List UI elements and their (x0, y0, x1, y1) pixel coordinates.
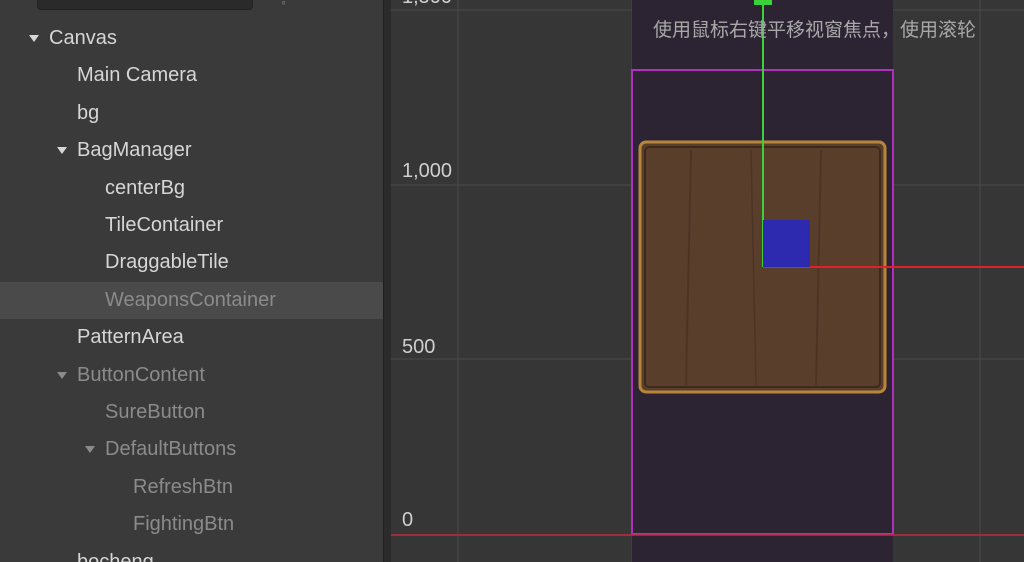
tree-node[interactable]: RefreshBtn (0, 469, 383, 506)
expand-arrow-icon[interactable] (85, 446, 95, 454)
y-axis-label-500: 500 (402, 336, 436, 358)
y-axis-label-1500: 1,500 (402, 0, 452, 9)
search-options-icon[interactable]: ◦ (281, 0, 286, 10)
tree-node-label: DraggableTile (105, 251, 229, 274)
tree-node[interactable]: DefaultButtons (0, 431, 383, 468)
tree-node-label: ButtonContent (77, 363, 205, 386)
tree-node-label: PatternArea (77, 326, 184, 349)
tree-node-label: DefaultButtons (105, 438, 237, 461)
tree-node[interactable]: ButtonContent (0, 357, 383, 394)
tree-node-label: TileContainer (105, 214, 224, 236)
expand-arrow-icon[interactable] (57, 371, 67, 379)
search-input[interactable] (37, 0, 253, 10)
expand-arrow-icon[interactable] (29, 35, 39, 42)
tree-node-label: RefreshBtn (133, 475, 234, 498)
panel-divider[interactable] (383, 0, 391, 562)
tree-node[interactable]: BagManager (0, 132, 383, 169)
tree-node-label: bocheng (77, 550, 154, 562)
move-handle (763, 220, 810, 267)
y-axis-label-1000: 1,000 (402, 160, 453, 182)
tree-node-label: centerBg (105, 176, 186, 199)
tree-node-label: FightingBtn (133, 513, 235, 536)
tree-node-label: Canvas (49, 27, 117, 49)
y-axis-gizmo-cap (754, 0, 772, 5)
tree-node[interactable]: bg (0, 95, 383, 132)
tree-node-label: BagManager (77, 139, 192, 162)
tree-node[interactable]: WeaponsContainer (0, 281, 383, 319)
hierarchy-panel: ◦ Canvas Main Camera bg BagManager centerBg T… (0, 0, 383, 562)
scene-hint-text: 使用鼠标右键平移视窗焦点，使用滚轮 (653, 20, 977, 41)
tree-node[interactable]: TileContainer (0, 207, 383, 244)
tree-node[interactable]: FightingBtn (0, 506, 383, 543)
tree-node[interactable]: Canvas (0, 20, 383, 57)
tree-node-label: Main Camera (77, 64, 198, 87)
scene-canvas (391, 0, 1024, 562)
y-axis-label-0: 0 (402, 509, 414, 531)
expand-arrow-icon[interactable] (57, 147, 67, 155)
tree-node[interactable]: Main Camera (0, 57, 383, 94)
tree-node[interactable]: DraggableTile (0, 244, 383, 281)
scene-view[interactable]: 1,500 1,000 500 0 使用鼠标右键平移视窗焦点，使用滚轮 (391, 0, 1024, 562)
tree-node[interactable]: centerBg (0, 170, 383, 207)
tree-node-label: SureButton (105, 401, 206, 423)
tree-node[interactable]: SureButton (0, 394, 383, 431)
tree-node-label: WeaponsContainer (105, 288, 276, 311)
tree-node[interactable]: bocheng (0, 544, 383, 562)
tree-node[interactable]: PatternArea (0, 319, 383, 356)
tree-node-label: bg (77, 101, 100, 124)
